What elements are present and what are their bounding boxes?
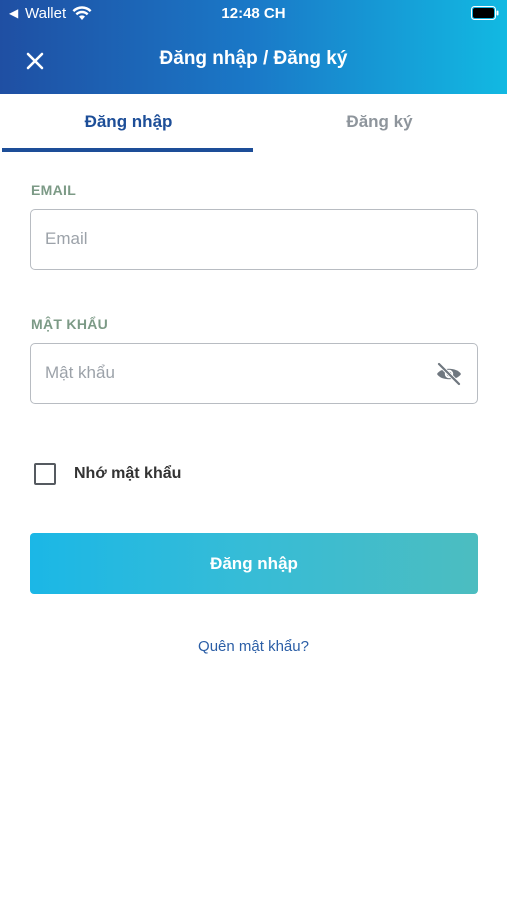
password-field-box <box>30 343 478 404</box>
battery-icon <box>471 6 499 20</box>
status-time: 12:48 CH <box>221 5 286 22</box>
remember-label: Nhớ mật khẩu <box>74 465 182 482</box>
forgot-password-link[interactable]: Quên mật khẩu? <box>0 638 507 655</box>
page-title: Đăng nhập / Đăng ký <box>159 48 348 69</box>
status-bar: ◀ Wallet 12:48 CH <box>0 0 507 28</box>
app-header: ◀ Wallet 12:48 CH Đăng nhập / Đăng ký <box>0 0 507 94</box>
email-field-box <box>30 209 478 270</box>
auth-tabs: Đăng nhập Đăng ký <box>0 94 507 154</box>
tab-register[interactable]: Đăng ký <box>253 94 506 152</box>
login-button[interactable]: Đăng nhập <box>30 533 478 594</box>
password-label: MẬT KHẨU <box>31 316 109 332</box>
remember-checkbox[interactable] <box>34 463 56 485</box>
remember-password-option[interactable]: Nhớ mật khẩu <box>34 463 234 487</box>
eye-off-icon[interactable] <box>435 361 463 387</box>
email-label: EMAIL <box>31 182 77 198</box>
password-input[interactable] <box>45 344 425 402</box>
email-input[interactable] <box>45 210 425 268</box>
active-tab-indicator <box>2 148 253 152</box>
tab-login[interactable]: Đăng nhập <box>2 94 255 152</box>
